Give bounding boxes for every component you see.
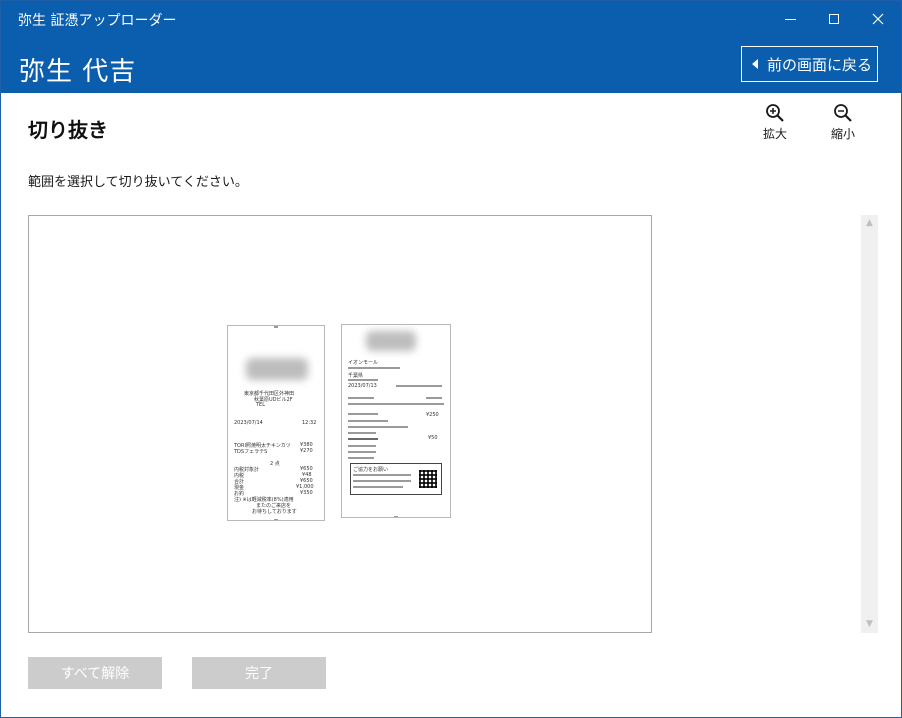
zoom-in-icon <box>766 104 784 122</box>
receipt-line: 12:32 <box>302 420 317 426</box>
receipt-notice-box: ご協力をお願い <box>350 463 442 495</box>
instruction-text: 範囲を選択して切り抜いてください。 <box>28 175 248 190</box>
receipt-image-1[interactable]: 東京都千代田区外神田 秋葉原UDビル2F TEL 2023/07/14 12:3… <box>227 325 325 521</box>
maximize-icon <box>829 14 839 24</box>
receipt-text-line <box>348 438 378 440</box>
receipt-text-line <box>426 397 442 399</box>
receipt-line: ¥250 <box>426 412 439 418</box>
zoom-in-label: 拡大 <box>762 127 787 141</box>
receipt-logo <box>366 331 416 351</box>
back-button-label: 前の画面に戻る <box>767 55 873 74</box>
receipt-text-line <box>348 367 400 369</box>
receipt-edge-mark <box>274 519 278 520</box>
app-header: 弥生 代吉 前の画面に戻る <box>1 37 901 93</box>
scroll-up-icon[interactable]: ▲ <box>865 219 874 228</box>
back-button[interactable]: 前の画面に戻る <box>741 46 878 82</box>
receipt-line: ¥270 <box>300 448 313 454</box>
vertical-scrollbar[interactable]: ▲ ▼ <box>861 215 878 633</box>
receipt-text-line <box>353 480 411 482</box>
receipt-text-line <box>348 451 376 453</box>
zoom-out-icon <box>834 104 852 122</box>
receipt-line: ご協力をお願い <box>353 467 389 473</box>
receipt-text-line <box>348 457 374 459</box>
receipt-line: 2023/07/13 <box>348 383 377 389</box>
receipt-text-line <box>353 474 411 476</box>
receipt-text-line <box>348 413 378 415</box>
receipt-text-line <box>348 420 388 422</box>
scroll-down-icon[interactable]: ▼ <box>865 620 874 629</box>
receipt-line: TDSフェラテS <box>234 449 268 455</box>
zoom-in-button[interactable]: 拡大 <box>752 103 798 143</box>
title-bar: 弥生 証憑アップローダー <box>1 1 901 37</box>
receipt-text-line <box>348 397 374 399</box>
close-icon <box>872 13 884 25</box>
receipt-text-line <box>396 385 442 387</box>
receipt-image-2[interactable]: イオンモール 千葉県 2023/07/13 ¥250 ¥50 ご協力をお願い <box>341 324 451 518</box>
minimize-button[interactable] <box>767 1 813 37</box>
maximize-button[interactable] <box>811 1 857 37</box>
receipt-text-line <box>348 403 444 405</box>
receipt-text-line <box>348 426 408 428</box>
receipt-line: TEL <box>256 402 265 408</box>
back-arrow-icon <box>752 59 758 69</box>
close-button[interactable] <box>855 1 901 37</box>
receipt-text-line <box>348 445 376 447</box>
receipt-text-line <box>353 486 403 488</box>
receipt-line: お待ちしております <box>252 509 297 515</box>
receipt-line: 2023/07/14 <box>234 420 263 426</box>
receipt-logo <box>246 358 308 380</box>
receipt-line: ¥350 <box>300 490 313 496</box>
receipt-text-line <box>348 379 378 381</box>
release-all-button[interactable]: すべて解除 <box>28 657 162 689</box>
window-title: 弥生 証憑アップローダー <box>18 13 177 29</box>
zoom-out-label: 縮小 <box>830 127 855 141</box>
minimize-icon <box>784 18 796 20</box>
done-button[interactable]: 完了 <box>192 657 326 689</box>
receipt-line: 2 点 <box>270 461 280 467</box>
zoom-out-button[interactable]: 縮小 <box>820 103 866 143</box>
page-title: 切り抜き <box>28 118 108 142</box>
receipt-edge-mark <box>394 516 398 517</box>
receipt-line: 千葉県 <box>348 373 364 379</box>
company-name: 弥生 代吉 <box>19 57 137 87</box>
app-window: 弥生 証憑アップローダー 弥生 代吉 前の画面に戻る 切り抜き 拡大 縮小 範囲… <box>0 0 902 718</box>
crop-canvas[interactable]: 東京都千代田区外神田 秋葉原UDビル2F TEL 2023/07/14 12:3… <box>28 215 652 633</box>
receipt-text-line <box>348 432 376 434</box>
receipt-edge-mark <box>274 326 278 328</box>
receipt-line: ¥50 <box>428 435 438 441</box>
qr-code <box>419 470 437 488</box>
receipt-line: イオンモール <box>348 360 379 366</box>
